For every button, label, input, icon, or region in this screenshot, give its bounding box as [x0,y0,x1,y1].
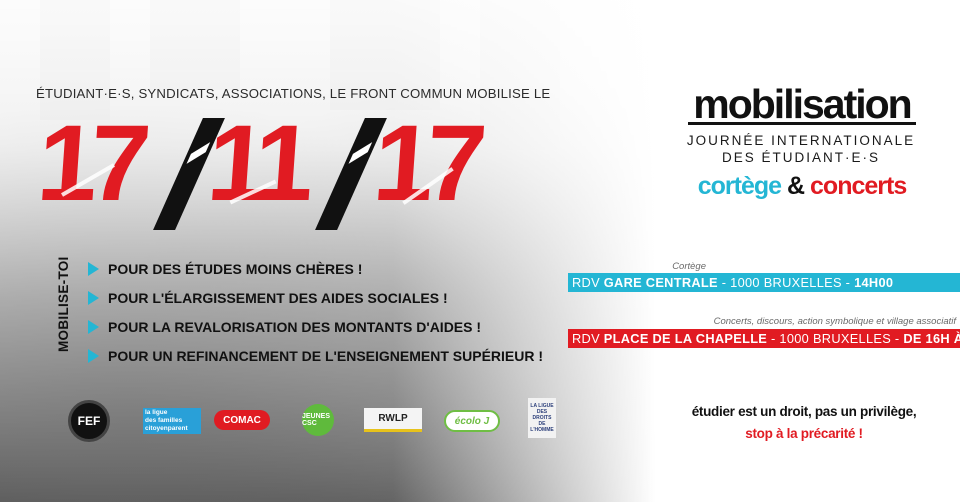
ligue-des-familles-logo: la ligue des familles citoyenparent [143,408,201,434]
subtitle-line: DES ÉTUDIANT·E·S [721,150,880,165]
ampersand: & [787,172,805,200]
ecolo-j-logo: écolo J [444,410,500,432]
title-underline [688,122,916,125]
logo-text: DE L'HOMME [530,421,554,433]
comac-logo: COMAC [214,410,270,430]
cortege-concerts-title: cortège & concerts [672,172,932,201]
demand-text: POUR UN REFINANCEMENT DE L'ENSEIGNEMENT … [108,347,544,364]
arrow-icon [88,290,99,305]
date-year: 17 [369,102,483,223]
ligue-droits-homme-logo: LA LIGUE DES DROITS DE L'HOMME [528,398,556,438]
rdv-time: DE 16H À 22H00 [903,331,960,346]
concerts-word: concerts [810,172,907,200]
slogan-droit: étudier est un droit, pas un privilège, [691,404,917,419]
date-day: 17 [33,102,147,223]
mobilisation-title: mobilisation [693,81,912,127]
arrow-icon [88,348,99,363]
list-item: POUR L'ÉLARGISSEMENT DES AIDES SOCIALES … [88,283,548,312]
arrow-icon [88,261,99,276]
partner-logos: FEF la ligue des familles citoyenparent … [0,396,560,446]
front-commun-heading: ÉTUDIANT·E·S, SYNDICATS, ASSOCIATIONS, L… [36,86,551,101]
fef-logo: FEF [68,400,110,442]
cortege-word: cortège [697,172,782,200]
rwlp-logo: RWLP [364,408,422,432]
logo-text: des familles [145,417,183,424]
rdv-city: - 1000 BRUXELLES - [771,331,900,346]
subtitle-line: JOURNÉE INTERNATIONALE [686,133,916,148]
date-month: 11 [203,102,311,223]
date-17-11-17: 17 11 17 [34,102,518,238]
demand-text: POUR DES ÉTUDES MOINS CHÈRES ! [108,260,363,277]
rdv-prefix: RDV [572,331,600,346]
jeunes-csc-logo: JEUNES CSC [302,404,334,436]
rdv-concerts-caption: Concerts, discours, action symbolique et… [713,316,956,327]
logo-text: citoyenparent [145,425,188,432]
journee-subtitle: JOURNÉE INTERNATIONALE DES ÉTUDIANT·E·S [680,132,922,166]
rdv-gare-centrale-bar: RDV GARE CENTRALE - 1000 BRUXELLES - 14H… [568,273,960,292]
rdv-city: - 1000 BRUXELLES - [721,275,851,290]
slogan-precarite: stop à la précarité ! [745,426,863,441]
rdv-time: 14H00 [854,275,894,290]
rdv-cortege-caption: Cortège [672,261,706,272]
rdv-place: PLACE DE LA CHAPELLE [603,331,768,346]
demand-text: POUR L'ÉLARGISSEMENT DES AIDES SOCIALES … [108,289,448,306]
rdv-place: GARE CENTRALE [603,275,718,290]
logo-text: DES DROITS [532,409,552,421]
rdv-place-chapelle-bar: RDV PLACE DE LA CHAPELLE - 1000 BRUXELLE… [568,329,960,348]
list-item: POUR UN REFINANCEMENT DE L'ENSEIGNEMENT … [88,341,548,370]
mobilise-toi-label: MOBILISE-TOI [56,256,71,352]
logo-text: la ligue [145,409,168,416]
rdv-prefix: RDV [572,275,600,290]
